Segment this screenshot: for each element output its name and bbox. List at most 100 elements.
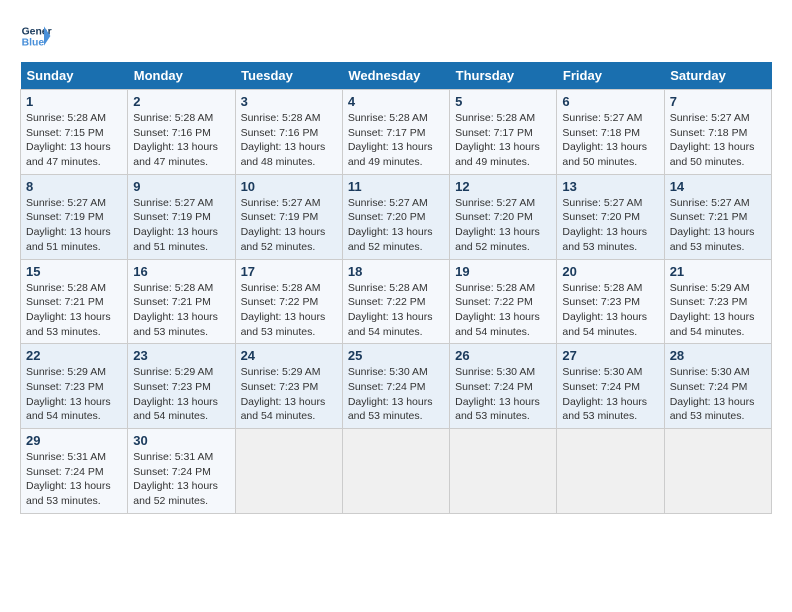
day-info: Sunrise: 5:28 AM Sunset: 7:22 PM Dayligh… bbox=[455, 281, 551, 340]
day-cell: 7 Sunrise: 5:27 AM Sunset: 7:18 PM Dayli… bbox=[664, 90, 771, 175]
day-number: 2 bbox=[133, 94, 229, 109]
day-cell: 5 Sunrise: 5:28 AM Sunset: 7:17 PM Dayli… bbox=[450, 90, 557, 175]
day-info: Sunrise: 5:28 AM Sunset: 7:15 PM Dayligh… bbox=[26, 111, 122, 170]
weekday-header: Saturday bbox=[664, 62, 771, 90]
day-number: 28 bbox=[670, 348, 766, 363]
day-cell: 18 Sunrise: 5:28 AM Sunset: 7:22 PM Dayl… bbox=[342, 259, 449, 344]
day-cell: 21 Sunrise: 5:29 AM Sunset: 7:23 PM Dayl… bbox=[664, 259, 771, 344]
empty-day-cell bbox=[450, 429, 557, 514]
day-info: Sunrise: 5:31 AM Sunset: 7:24 PM Dayligh… bbox=[26, 450, 122, 509]
day-number: 25 bbox=[348, 348, 444, 363]
day-cell: 12 Sunrise: 5:27 AM Sunset: 7:20 PM Dayl… bbox=[450, 174, 557, 259]
day-cell: 22 Sunrise: 5:29 AM Sunset: 7:23 PM Dayl… bbox=[21, 344, 128, 429]
day-number: 23 bbox=[133, 348, 229, 363]
weekday-header: Friday bbox=[557, 62, 664, 90]
weekday-header: Tuesday bbox=[235, 62, 342, 90]
day-info: Sunrise: 5:30 AM Sunset: 7:24 PM Dayligh… bbox=[670, 365, 766, 424]
day-number: 18 bbox=[348, 264, 444, 279]
day-number: 9 bbox=[133, 179, 229, 194]
day-cell: 3 Sunrise: 5:28 AM Sunset: 7:16 PM Dayli… bbox=[235, 90, 342, 175]
day-cell: 26 Sunrise: 5:30 AM Sunset: 7:24 PM Dayl… bbox=[450, 344, 557, 429]
day-number: 16 bbox=[133, 264, 229, 279]
svg-text:Blue: Blue bbox=[22, 38, 45, 49]
day-info: Sunrise: 5:29 AM Sunset: 7:23 PM Dayligh… bbox=[241, 365, 337, 424]
day-info: Sunrise: 5:31 AM Sunset: 7:24 PM Dayligh… bbox=[133, 450, 229, 509]
day-cell: 25 Sunrise: 5:30 AM Sunset: 7:24 PM Dayl… bbox=[342, 344, 449, 429]
day-info: Sunrise: 5:28 AM Sunset: 7:17 PM Dayligh… bbox=[455, 111, 551, 170]
day-number: 6 bbox=[562, 94, 658, 109]
day-info: Sunrise: 5:27 AM Sunset: 7:20 PM Dayligh… bbox=[562, 196, 658, 255]
day-number: 22 bbox=[26, 348, 122, 363]
day-number: 29 bbox=[26, 433, 122, 448]
day-cell: 14 Sunrise: 5:27 AM Sunset: 7:21 PM Dayl… bbox=[664, 174, 771, 259]
day-cell: 16 Sunrise: 5:28 AM Sunset: 7:21 PM Dayl… bbox=[128, 259, 235, 344]
logo: General Blue bbox=[20, 20, 52, 52]
day-number: 1 bbox=[26, 94, 122, 109]
weekday-header: Thursday bbox=[450, 62, 557, 90]
day-cell: 19 Sunrise: 5:28 AM Sunset: 7:22 PM Dayl… bbox=[450, 259, 557, 344]
day-cell: 24 Sunrise: 5:29 AM Sunset: 7:23 PM Dayl… bbox=[235, 344, 342, 429]
day-number: 7 bbox=[670, 94, 766, 109]
day-cell: 15 Sunrise: 5:28 AM Sunset: 7:21 PM Dayl… bbox=[21, 259, 128, 344]
day-info: Sunrise: 5:28 AM Sunset: 7:22 PM Dayligh… bbox=[241, 281, 337, 340]
page-header: General Blue bbox=[20, 20, 772, 52]
day-number: 19 bbox=[455, 264, 551, 279]
day-info: Sunrise: 5:28 AM Sunset: 7:21 PM Dayligh… bbox=[133, 281, 229, 340]
day-info: Sunrise: 5:28 AM Sunset: 7:16 PM Dayligh… bbox=[241, 111, 337, 170]
day-info: Sunrise: 5:28 AM Sunset: 7:22 PM Dayligh… bbox=[348, 281, 444, 340]
calendar-week-row: 1 Sunrise: 5:28 AM Sunset: 7:15 PM Dayli… bbox=[21, 90, 772, 175]
day-cell: 10 Sunrise: 5:27 AM Sunset: 7:19 PM Dayl… bbox=[235, 174, 342, 259]
day-info: Sunrise: 5:30 AM Sunset: 7:24 PM Dayligh… bbox=[455, 365, 551, 424]
day-number: 17 bbox=[241, 264, 337, 279]
day-info: Sunrise: 5:28 AM Sunset: 7:16 PM Dayligh… bbox=[133, 111, 229, 170]
day-number: 12 bbox=[455, 179, 551, 194]
day-info: Sunrise: 5:29 AM Sunset: 7:23 PM Dayligh… bbox=[133, 365, 229, 424]
calendar-week-row: 22 Sunrise: 5:29 AM Sunset: 7:23 PM Dayl… bbox=[21, 344, 772, 429]
day-cell: 23 Sunrise: 5:29 AM Sunset: 7:23 PM Dayl… bbox=[128, 344, 235, 429]
day-cell: 17 Sunrise: 5:28 AM Sunset: 7:22 PM Dayl… bbox=[235, 259, 342, 344]
weekday-header: Sunday bbox=[21, 62, 128, 90]
weekday-header: Monday bbox=[128, 62, 235, 90]
day-number: 21 bbox=[670, 264, 766, 279]
day-cell: 4 Sunrise: 5:28 AM Sunset: 7:17 PM Dayli… bbox=[342, 90, 449, 175]
day-info: Sunrise: 5:27 AM Sunset: 7:21 PM Dayligh… bbox=[670, 196, 766, 255]
day-info: Sunrise: 5:27 AM Sunset: 7:19 PM Dayligh… bbox=[133, 196, 229, 255]
day-info: Sunrise: 5:30 AM Sunset: 7:24 PM Dayligh… bbox=[562, 365, 658, 424]
day-number: 11 bbox=[348, 179, 444, 194]
day-info: Sunrise: 5:27 AM Sunset: 7:20 PM Dayligh… bbox=[348, 196, 444, 255]
day-number: 20 bbox=[562, 264, 658, 279]
day-info: Sunrise: 5:28 AM Sunset: 7:21 PM Dayligh… bbox=[26, 281, 122, 340]
calendar-week-row: 29 Sunrise: 5:31 AM Sunset: 7:24 PM Dayl… bbox=[21, 429, 772, 514]
day-info: Sunrise: 5:27 AM Sunset: 7:18 PM Dayligh… bbox=[562, 111, 658, 170]
day-cell: 9 Sunrise: 5:27 AM Sunset: 7:19 PM Dayli… bbox=[128, 174, 235, 259]
logo-icon: General Blue bbox=[20, 20, 52, 52]
weekday-header: Wednesday bbox=[342, 62, 449, 90]
empty-day-cell bbox=[342, 429, 449, 514]
day-cell: 20 Sunrise: 5:28 AM Sunset: 7:23 PM Dayl… bbox=[557, 259, 664, 344]
day-info: Sunrise: 5:27 AM Sunset: 7:18 PM Dayligh… bbox=[670, 111, 766, 170]
day-number: 8 bbox=[26, 179, 122, 194]
day-cell: 2 Sunrise: 5:28 AM Sunset: 7:16 PM Dayli… bbox=[128, 90, 235, 175]
day-cell: 6 Sunrise: 5:27 AM Sunset: 7:18 PM Dayli… bbox=[557, 90, 664, 175]
calendar-header-row: SundayMondayTuesdayWednesdayThursdayFrid… bbox=[21, 62, 772, 90]
calendar-week-row: 8 Sunrise: 5:27 AM Sunset: 7:19 PM Dayli… bbox=[21, 174, 772, 259]
day-number: 14 bbox=[670, 179, 766, 194]
day-number: 30 bbox=[133, 433, 229, 448]
day-cell: 11 Sunrise: 5:27 AM Sunset: 7:20 PM Dayl… bbox=[342, 174, 449, 259]
day-number: 13 bbox=[562, 179, 658, 194]
day-info: Sunrise: 5:30 AM Sunset: 7:24 PM Dayligh… bbox=[348, 365, 444, 424]
day-cell: 1 Sunrise: 5:28 AM Sunset: 7:15 PM Dayli… bbox=[21, 90, 128, 175]
day-cell: 30 Sunrise: 5:31 AM Sunset: 7:24 PM Dayl… bbox=[128, 429, 235, 514]
day-number: 27 bbox=[562, 348, 658, 363]
day-info: Sunrise: 5:27 AM Sunset: 7:19 PM Dayligh… bbox=[241, 196, 337, 255]
day-number: 5 bbox=[455, 94, 551, 109]
day-cell: 13 Sunrise: 5:27 AM Sunset: 7:20 PM Dayl… bbox=[557, 174, 664, 259]
day-cell: 8 Sunrise: 5:27 AM Sunset: 7:19 PM Dayli… bbox=[21, 174, 128, 259]
day-info: Sunrise: 5:27 AM Sunset: 7:20 PM Dayligh… bbox=[455, 196, 551, 255]
empty-day-cell bbox=[557, 429, 664, 514]
day-info: Sunrise: 5:27 AM Sunset: 7:19 PM Dayligh… bbox=[26, 196, 122, 255]
day-info: Sunrise: 5:29 AM Sunset: 7:23 PM Dayligh… bbox=[26, 365, 122, 424]
day-cell: 29 Sunrise: 5:31 AM Sunset: 7:24 PM Dayl… bbox=[21, 429, 128, 514]
calendar-table: SundayMondayTuesdayWednesdayThursdayFrid… bbox=[20, 62, 772, 514]
day-number: 10 bbox=[241, 179, 337, 194]
